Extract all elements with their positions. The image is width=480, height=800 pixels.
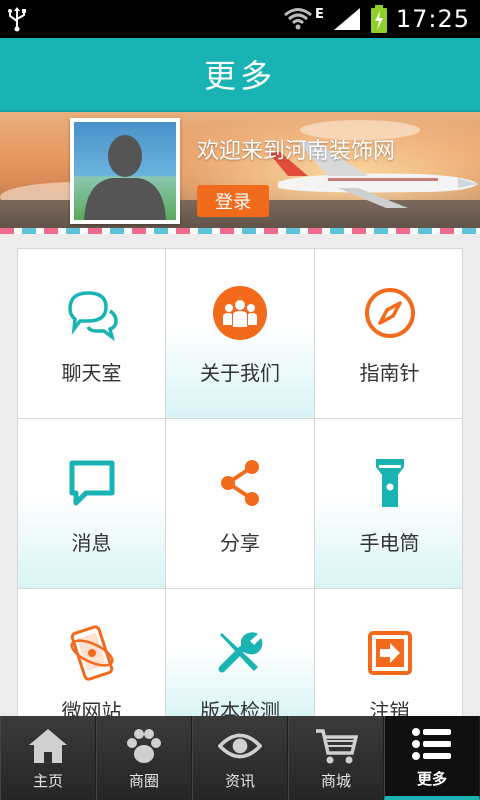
grid-item-share[interactable]: 分享 <box>166 419 315 589</box>
compass-icon <box>362 285 418 341</box>
grid-item-version-check[interactable]: 版本检测 <box>166 589 315 718</box>
avatar[interactable] <box>70 118 180 224</box>
tab-more[interactable]: 更多 <box>384 716 480 800</box>
grid-item-label: 指南针 <box>359 361 420 385</box>
cart-icon <box>314 726 358 766</box>
grid-item-label: 关于我们 <box>200 361 280 385</box>
group-icon <box>212 285 268 341</box>
wifi-icon <box>283 8 312 30</box>
tab-label: 商城 <box>320 771 351 790</box>
grid-item-label: 注销 <box>369 699 410 718</box>
grid-item-label: 聊天室 <box>61 361 122 385</box>
grid-item-about-us[interactable]: 关于我们 <box>166 249 315 419</box>
page-title: 更多 <box>203 57 276 95</box>
tab-mall[interactable]: 商城 <box>288 716 384 800</box>
flashlight-icon <box>362 455 418 511</box>
feature-grid: 聊天室 关于我们 指南针 消息 分享 手电筒 微网站 版本检测 注销 <box>17 248 463 718</box>
welcome-text: 欢迎来到河南装饰网 <box>197 139 396 164</box>
tools-icon <box>212 625 268 681</box>
grid-item-message[interactable]: 消息 <box>18 419 166 589</box>
tab-business-circle[interactable]: 商圈 <box>96 716 192 800</box>
tab-label: 资讯 <box>224 771 255 790</box>
tab-home[interactable]: 主页 <box>0 716 96 800</box>
logout-icon <box>362 625 418 681</box>
signal-icon <box>333 8 360 30</box>
list-icon <box>410 724 454 764</box>
app-header: 更多 <box>0 38 480 112</box>
grid-item-chatroom[interactable]: 聊天室 <box>18 249 166 419</box>
grid-item-label: 手电筒 <box>359 531 420 555</box>
login-button[interactable]: 登录 <box>197 185 269 217</box>
clock: 17:25 <box>395 5 470 33</box>
paw-icon <box>122 726 166 766</box>
grid-item-label: 版本检测 <box>200 699 280 718</box>
chat-bubbles-icon <box>64 285 120 341</box>
tab-label: 更多 <box>416 769 447 788</box>
grid-item-flashlight[interactable]: 手电筒 <box>315 419 462 589</box>
share-icon <box>212 455 268 511</box>
battery-charging-icon <box>370 5 387 33</box>
message-icon <box>64 455 120 511</box>
mobile-site-icon <box>64 625 120 681</box>
bottom-tab-bar: 主页 商圈 资讯 商城 更多 <box>0 716 480 800</box>
grid-item-label: 分享 <box>220 531 260 555</box>
tab-label: 主页 <box>32 771 63 790</box>
tab-label: 商圈 <box>128 771 159 790</box>
eye-icon <box>218 726 262 766</box>
grid-item-label: 微网站 <box>61 699 122 718</box>
grid-item-mobile-site[interactable]: 微网站 <box>18 589 166 718</box>
home-icon <box>26 726 70 766</box>
decorative-stripe <box>0 228 480 234</box>
tab-news[interactable]: 资讯 <box>192 716 288 800</box>
grid-item-label: 消息 <box>71 531 112 555</box>
usb-icon <box>8 7 26 32</box>
grid-item-compass[interactable]: 指南针 <box>315 249 462 419</box>
user-silhouette-icon <box>84 135 166 220</box>
status-bar: E 17:25 <box>0 0 480 38</box>
network-type: E <box>314 6 324 22</box>
grid-item-logout[interactable]: 注销 <box>315 589 462 718</box>
